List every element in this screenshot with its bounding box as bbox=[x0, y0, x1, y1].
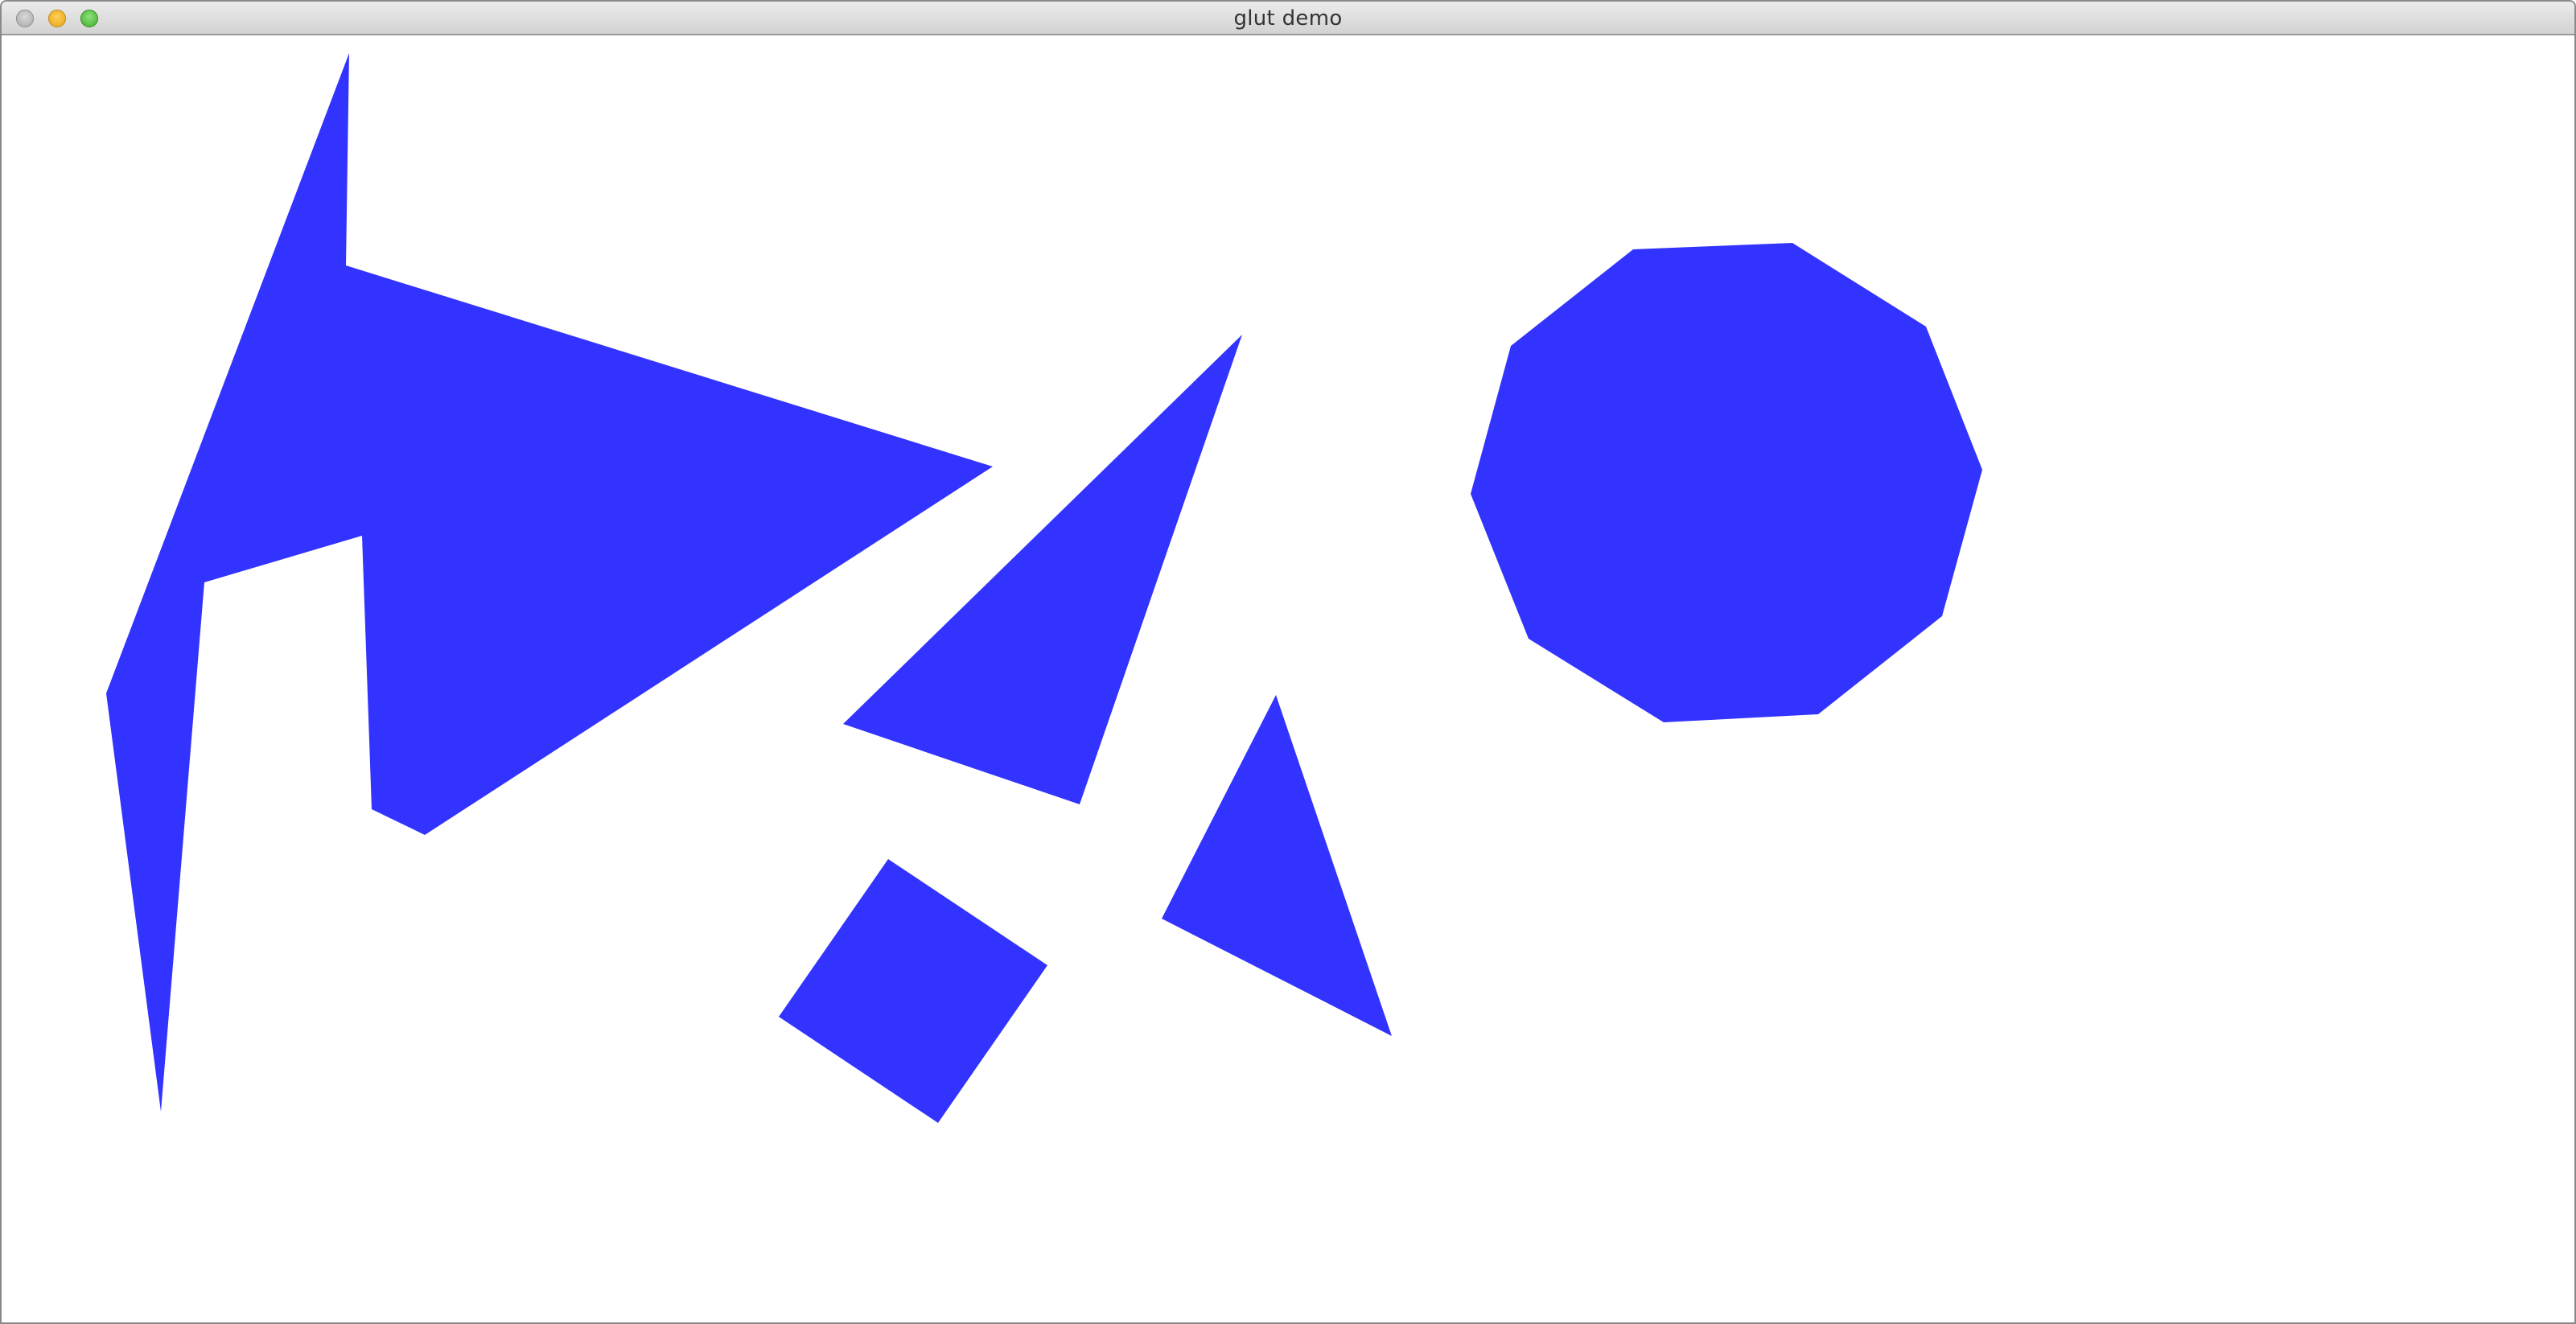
app-window: glut demo bbox=[0, 0, 2576, 1324]
octagon-shape bbox=[1471, 243, 1982, 722]
small-triangle-shape bbox=[1162, 695, 1392, 1036]
square-shape bbox=[779, 859, 1047, 1123]
title-bar[interactable]: glut demo bbox=[2, 2, 2574, 35]
window-title: glut demo bbox=[1233, 6, 1343, 31]
glut-canvas[interactable] bbox=[2, 35, 2574, 1322]
drawing-surface bbox=[106, 53, 1982, 1123]
large-triangle-shape bbox=[843, 335, 1242, 804]
